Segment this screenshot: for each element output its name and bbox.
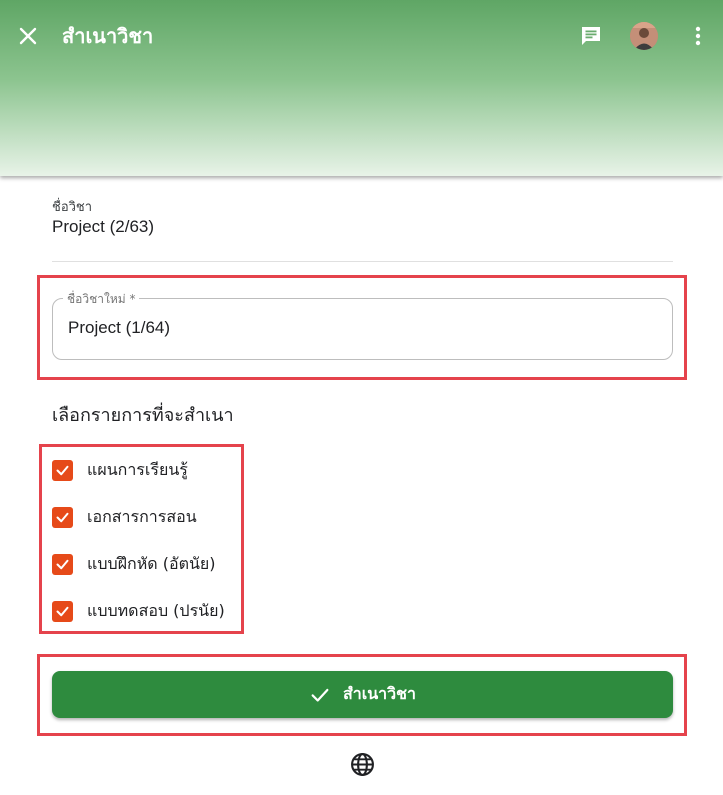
chat-icon[interactable]: [578, 24, 604, 48]
divider: [52, 261, 673, 262]
globe-icon[interactable]: [350, 752, 375, 777]
new-name-field[interactable]: ชื่อวิชาใหม่ *: [52, 290, 673, 360]
copy-options-title: เลือกรายการที่จะสำเนา: [52, 405, 234, 426]
checkbox-label: เอกสารการสอน: [87, 506, 197, 526]
checkbox[interactable]: [52, 553, 73, 575]
copy-course-button[interactable]: สำเนาวิชา: [52, 671, 673, 718]
checkmark-icon: [56, 559, 69, 569]
copy-course-button-label: สำเนาวิชา: [343, 684, 416, 703]
original-name-value: Project (2/63): [52, 217, 155, 236]
checkbox-label: แผนการเรียนรู้: [87, 459, 188, 479]
checkbox[interactable]: [52, 506, 73, 528]
close-icon[interactable]: [16, 24, 40, 48]
checkbox-row-exercises[interactable]: แบบฝึกหัด (อัตนัย): [52, 551, 216, 577]
checkmark-icon: [56, 512, 69, 522]
checkmark-icon: [56, 465, 69, 475]
checkbox-row-quizzes[interactable]: แบบทดสอบ (ปรนัย): [52, 598, 225, 624]
checkbox[interactable]: [52, 459, 73, 481]
checkbox-row-teaching-docs[interactable]: เอกสารการสอน: [52, 504, 197, 530]
check-icon: [311, 688, 329, 702]
app-bar: สำเนาวิชา: [0, 0, 723, 176]
checkbox[interactable]: [52, 600, 73, 622]
new-name-input[interactable]: [68, 318, 648, 338]
checkbox-row-lesson-plan[interactable]: แผนการเรียนรู้: [52, 457, 188, 483]
checkbox-label: แบบทดสอบ (ปรนัย): [87, 600, 225, 620]
checkbox-label: แบบฝึกหัด (อัตนัย): [87, 553, 216, 573]
new-name-label: ชื่อวิชาใหม่ *: [63, 290, 140, 309]
checkmark-icon: [56, 606, 69, 616]
avatar[interactable]: [630, 22, 658, 50]
page-title: สำเนาวิชา: [62, 24, 154, 48]
original-name-caption: ชื่อวิชา: [52, 200, 93, 215]
more-vert-icon[interactable]: [686, 24, 710, 48]
